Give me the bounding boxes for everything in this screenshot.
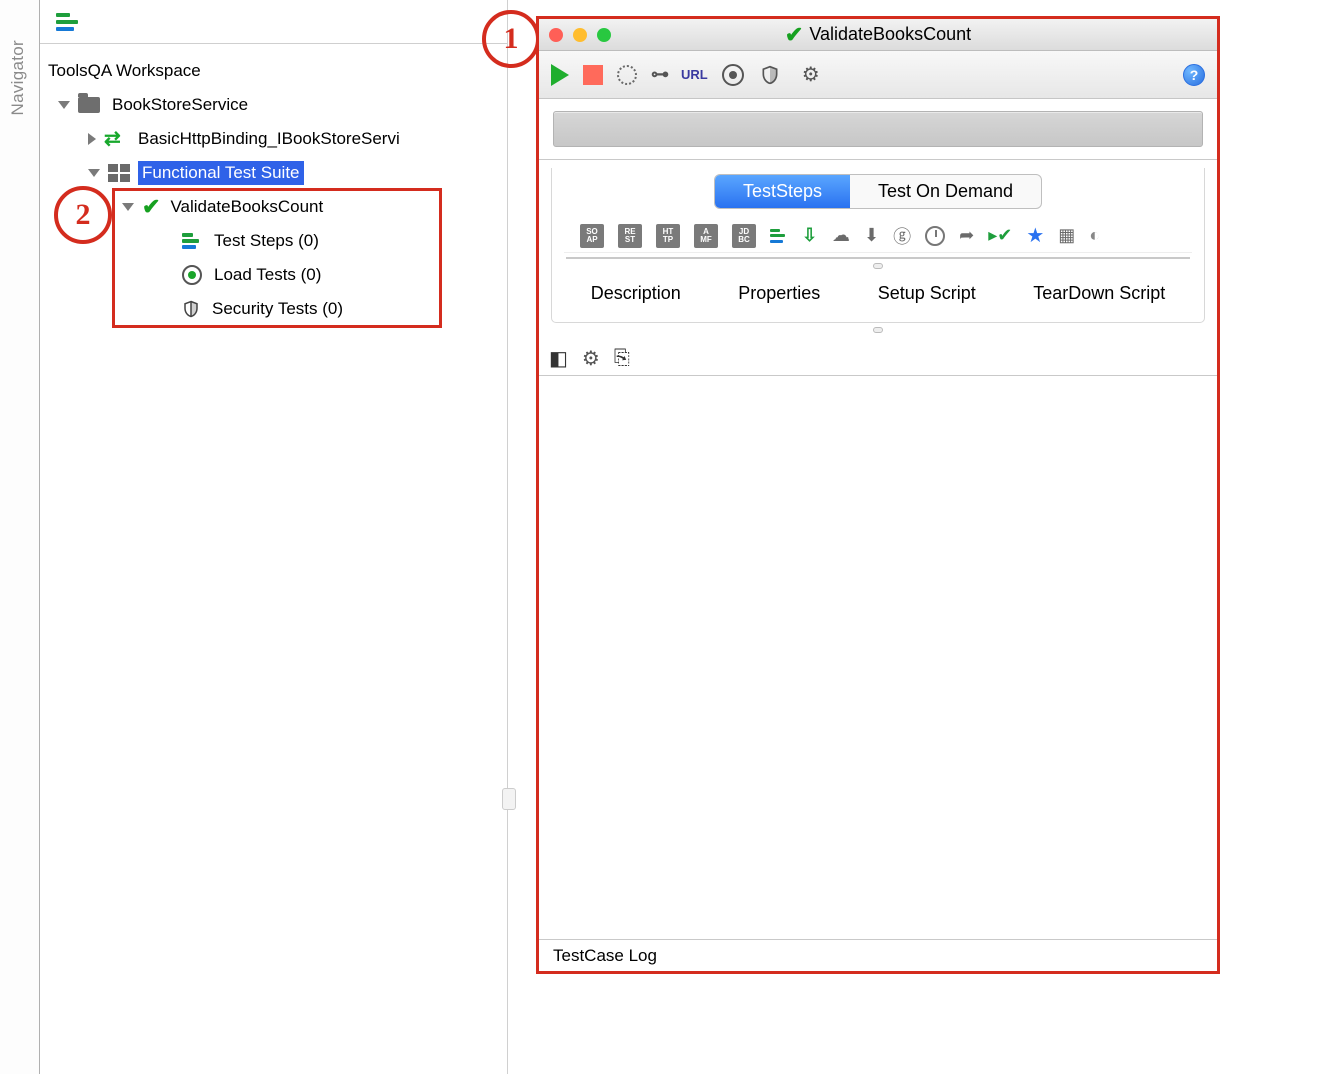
- teststeps-list[interactable]: [566, 257, 1190, 259]
- rest-step-icon[interactable]: RE ST: [618, 224, 642, 248]
- chevron-down-icon[interactable]: [88, 169, 100, 177]
- navigator-panel: ToolsQA Workspace BookStoreService ⇄ Bas…: [40, 0, 508, 1074]
- testcase-tabs: TestSteps Test On Demand: [552, 168, 1204, 219]
- testcase-editor-window: ✔ ValidateBooksCount ⊶ URL ⚙ ? TestSteps…: [536, 16, 1220, 974]
- tab-test-on-demand[interactable]: Test On Demand: [850, 175, 1041, 208]
- tab-setup-script[interactable]: Setup Script: [878, 283, 976, 304]
- testsuite-label: Functional Test Suite: [138, 161, 304, 185]
- binding-label: BasicHttpBinding_IBookStoreServi: [134, 127, 404, 151]
- help-icon[interactable]: ?: [1183, 64, 1205, 86]
- loop-icon[interactable]: [617, 65, 637, 85]
- segmented-control: TestSteps Test On Demand: [714, 174, 1042, 209]
- datasource-step-icon[interactable]: ☁: [832, 225, 850, 246]
- testcase-bottom-tabs: Description Properties Setup Script Tear…: [552, 273, 1204, 316]
- properties-step-icon[interactable]: [770, 229, 788, 243]
- check-icon: ✔: [785, 22, 803, 48]
- project-label: BookStoreService: [108, 93, 252, 117]
- project-tree: ToolsQA Workspace BookStoreService ⇄ Bas…: [40, 44, 507, 326]
- delay-step-icon[interactable]: [925, 226, 945, 246]
- runtestcase-step-icon[interactable]: ▸✔: [988, 225, 1012, 246]
- list-icon[interactable]: [56, 13, 80, 31]
- chevron-down-icon[interactable]: [58, 101, 70, 109]
- steps-panel: TestSteps Test On Demand SO AP RE ST HT …: [551, 168, 1205, 323]
- securitytests-label: Security Tests (0): [208, 297, 347, 321]
- window-title: ✔ ValidateBooksCount: [539, 22, 1217, 48]
- http-step-icon[interactable]: HT TP: [656, 224, 680, 248]
- goto-step-icon[interactable]: ➦: [959, 225, 974, 246]
- assertion-step-icon[interactable]: ★: [1026, 223, 1044, 248]
- separator: [539, 159, 1217, 160]
- chevron-right-icon[interactable]: [88, 133, 96, 145]
- create-loadtest-icon[interactable]: [722, 64, 744, 86]
- log-title: TestCase Log: [553, 946, 657, 966]
- chevron-down-icon[interactable]: [122, 203, 134, 211]
- teststeps-icon: [182, 233, 202, 249]
- loadtest-icon: [182, 265, 202, 285]
- tree-project[interactable]: BookStoreService: [40, 88, 507, 122]
- interface-icon: ⇄: [104, 132, 126, 146]
- navigator-toolbar: [40, 0, 507, 44]
- clear-log-icon[interactable]: ◧: [549, 346, 568, 371]
- datasink-step-icon[interactable]: ⬇: [864, 225, 879, 246]
- log-options-gear-icon[interactable]: ⚙: [582, 346, 600, 371]
- teststep-type-toolbar: SO AP RE ST HT TP A MF JD BC ⇩ ☁ ⬇ ⓖ ➦ ▸…: [564, 219, 1192, 253]
- tree-testsuite[interactable]: Functional Test Suite: [40, 156, 507, 190]
- workspace-label: ToolsQA Workspace: [44, 59, 205, 83]
- property-transfer-step-icon[interactable]: ⇩: [802, 225, 818, 246]
- folder-icon: [78, 97, 100, 113]
- testsuite-icon: [108, 164, 130, 182]
- tree-testcase[interactable]: ✔ ValidateBooksCount: [40, 190, 507, 224]
- check-icon: ✔: [142, 194, 160, 220]
- stop-icon[interactable]: [583, 65, 603, 85]
- log-area[interactable]: [539, 375, 1217, 939]
- groovy-step-icon[interactable]: ⓖ: [893, 223, 911, 249]
- tree-loadtests[interactable]: Load Tests (0): [40, 258, 507, 292]
- tab-properties[interactable]: Properties: [738, 283, 820, 304]
- create-securitytest-icon[interactable]: [760, 64, 780, 86]
- progress-strip: [553, 111, 1203, 147]
- amf-step-icon[interactable]: A MF: [694, 224, 718, 248]
- drag-handle[interactable]: [873, 263, 883, 269]
- jdbc-step-icon[interactable]: JD BC: [732, 224, 756, 248]
- log-toolbar: ◧ ⚙ ⎘: [539, 341, 1217, 375]
- window-titlebar[interactable]: ✔ ValidateBooksCount: [539, 19, 1217, 51]
- run-icon[interactable]: [551, 64, 569, 86]
- tab-description[interactable]: Description: [591, 283, 681, 304]
- more-step-icon[interactable]: ◐: [1089, 225, 1100, 246]
- credentials-icon[interactable]: ⊶: [651, 64, 667, 85]
- options-gear-icon[interactable]: ⚙: [802, 62, 820, 87]
- testcase-toolbar: ⊶ URL ⚙ ?: [539, 51, 1217, 99]
- log-title-bar[interactable]: TestCase Log: [539, 939, 1217, 971]
- tab-teststeps[interactable]: TestSteps: [715, 175, 850, 208]
- splitter-handle[interactable]: [502, 788, 516, 810]
- drag-handle[interactable]: [873, 327, 883, 333]
- shield-icon: [182, 299, 200, 319]
- tab-teardown-script[interactable]: TearDown Script: [1033, 283, 1165, 304]
- window-title-text: ValidateBooksCount: [809, 24, 971, 45]
- navigator-tab-label: Navigator: [8, 40, 28, 115]
- navigator-vertical-tab[interactable]: Navigator: [0, 0, 40, 1074]
- export-log-icon[interactable]: ⎘: [614, 347, 630, 370]
- soap-step-icon[interactable]: SO AP: [580, 224, 604, 248]
- teststeps-label: Test Steps (0): [210, 229, 323, 253]
- loadtests-label: Load Tests (0): [210, 263, 325, 287]
- set-endpoint-button[interactable]: URL: [681, 67, 708, 82]
- tree-securitytests[interactable]: Security Tests (0): [40, 292, 507, 326]
- tree-workspace[interactable]: ToolsQA Workspace: [40, 54, 507, 88]
- testcase-label: ValidateBooksCount: [166, 195, 327, 219]
- tree-teststeps[interactable]: Test Steps (0): [40, 224, 507, 258]
- grid-step-icon[interactable]: ▦: [1058, 225, 1075, 246]
- tree-binding[interactable]: ⇄ BasicHttpBinding_IBookStoreServi: [40, 122, 507, 156]
